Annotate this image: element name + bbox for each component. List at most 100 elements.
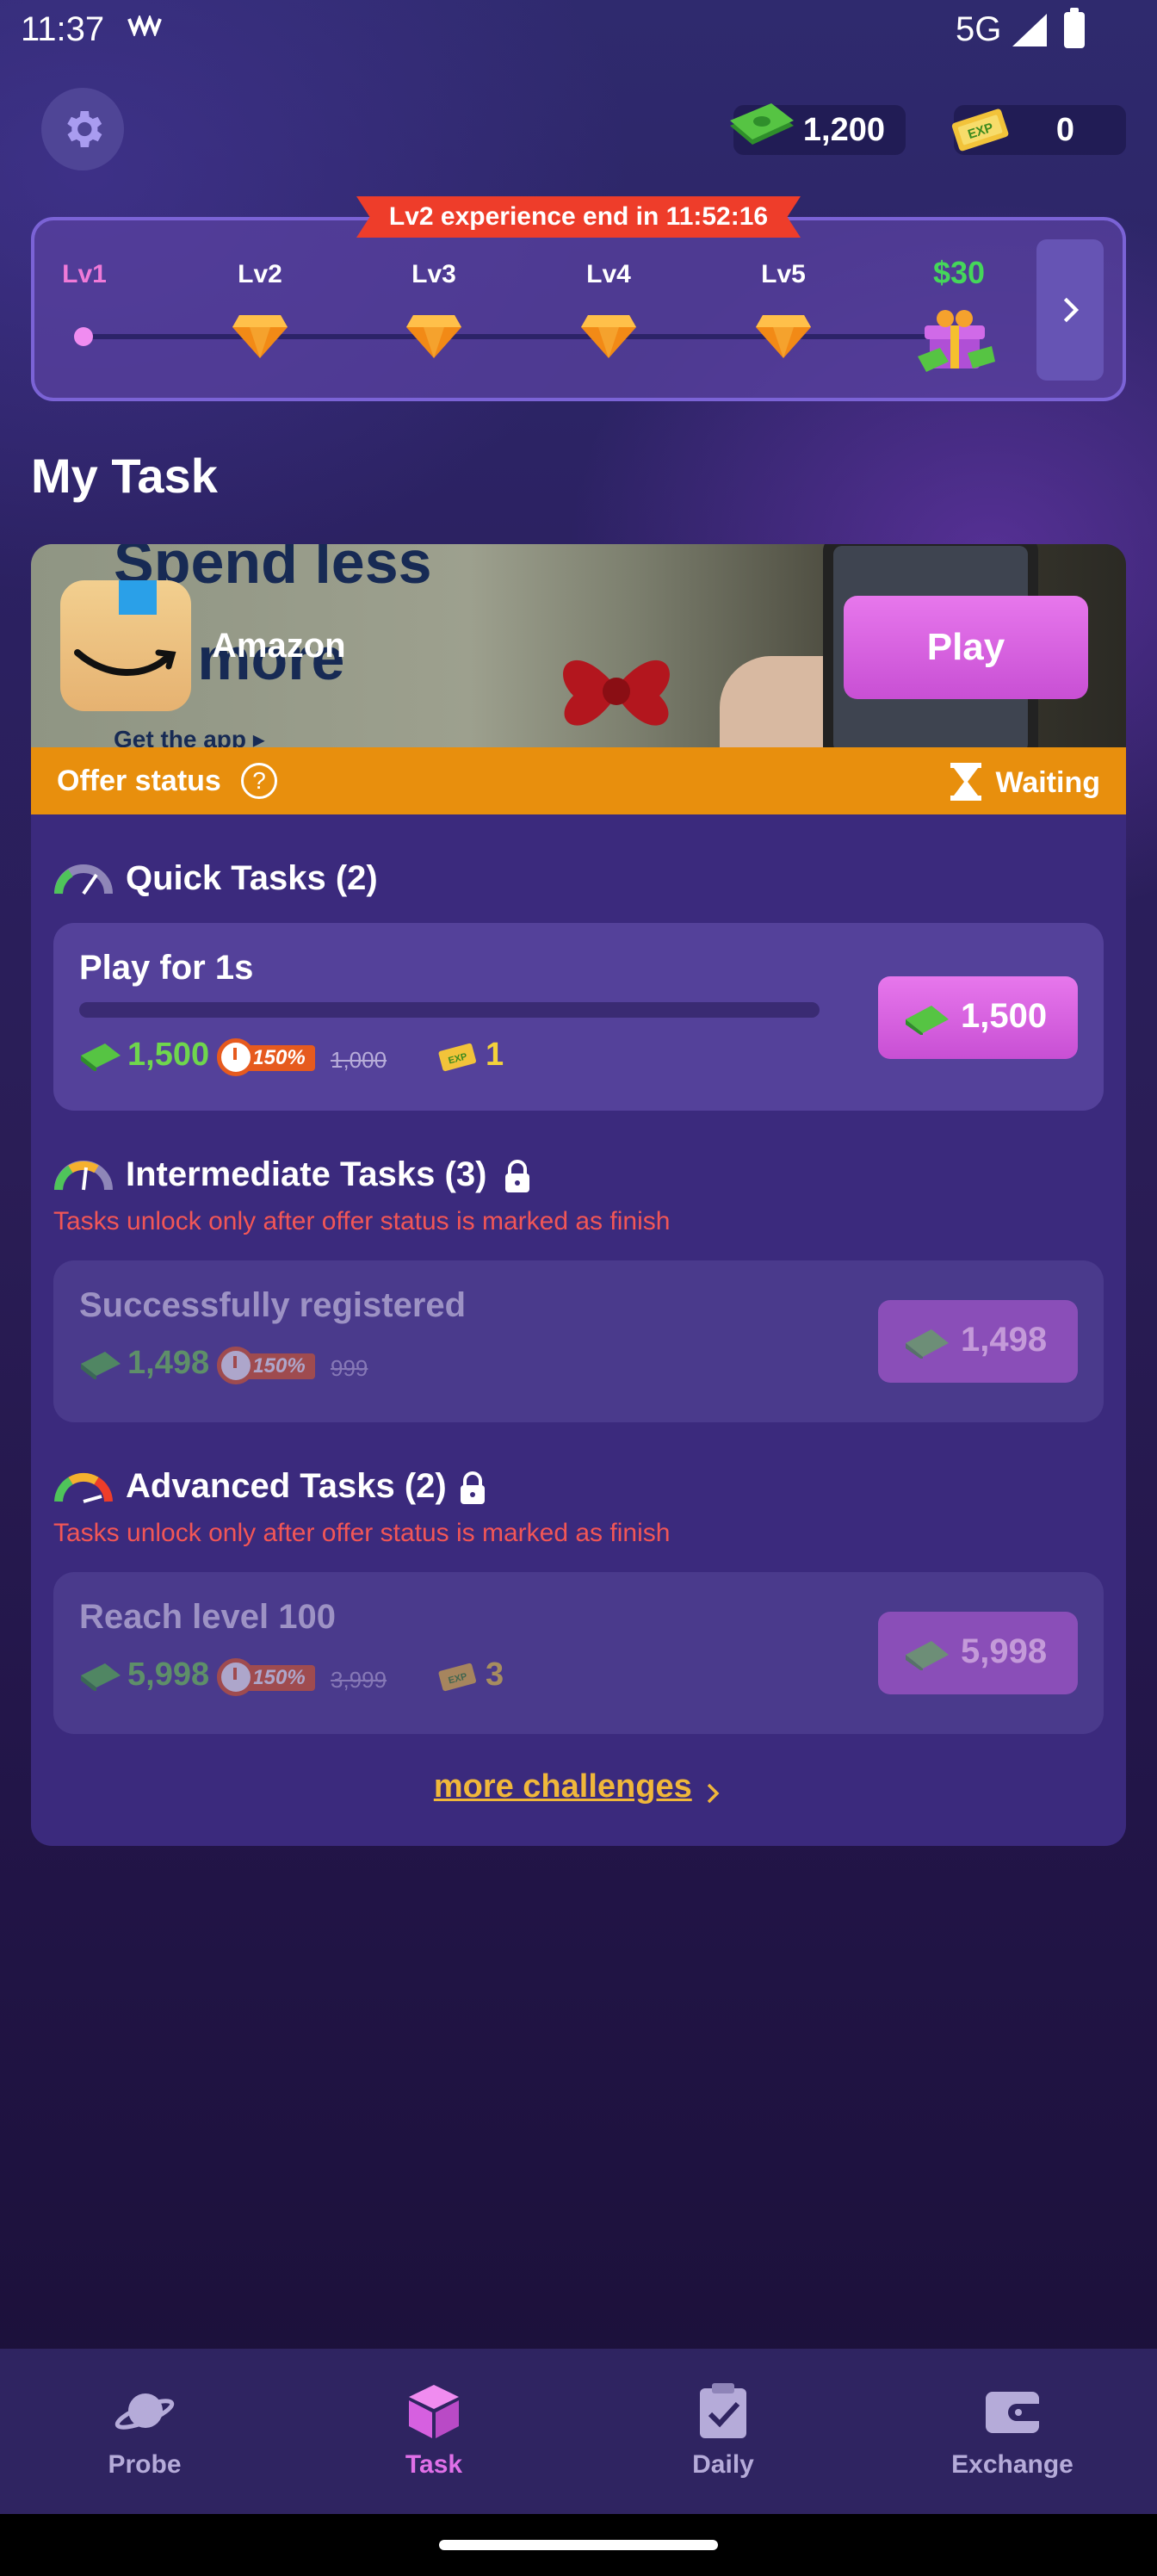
clock-icon xyxy=(217,1038,255,1076)
original-amount: 999 xyxy=(331,1355,368,1381)
claim-button[interactable]: 1,500 xyxy=(878,976,1078,1059)
unlock-warning: Tasks unlock only after offer status is … xyxy=(53,1207,671,1235)
reward-amount: 5,998 xyxy=(127,1656,210,1693)
original-amount: 3,999 xyxy=(331,1667,387,1693)
cash-icon xyxy=(906,1006,949,1035)
gauge-icon xyxy=(54,864,113,895)
offer-banner[interactable]: Spend less d ile more Get the app ▸ Amaz… xyxy=(31,544,1126,747)
carrier-icon xyxy=(127,14,162,42)
chevron-right-icon xyxy=(707,1783,720,1804)
cash-icon xyxy=(906,1641,949,1670)
level-label-3: Lv3 xyxy=(411,260,456,288)
task-row: Reach level 100 5,998 150% 3,999 EXP 3 5… xyxy=(53,1572,1104,1734)
offer-status-label: Offer status xyxy=(57,765,221,797)
claim-button-locked[interactable]: 1,498 xyxy=(878,1300,1078,1383)
diamond-icon xyxy=(581,315,636,358)
task-name: Play for 1s xyxy=(79,949,254,987)
nav-label: Exchange xyxy=(951,2450,1073,2479)
gesture-handle[interactable] xyxy=(439,2540,718,2550)
gift-box-icon xyxy=(918,310,995,372)
diamond-icon xyxy=(232,315,288,358)
boost-badge: 150% xyxy=(217,1038,320,1078)
banner-small-text: Get the app ▸ xyxy=(114,726,265,747)
diamond-icon xyxy=(756,315,811,358)
planet-icon xyxy=(114,2393,175,2430)
level-track xyxy=(83,334,944,339)
claim-amount: 1,500 xyxy=(961,997,1048,1035)
quick-tasks-title: Quick Tasks (2) xyxy=(126,859,378,897)
boost-badge: 150% xyxy=(217,1658,320,1698)
nav-task[interactable]: Task xyxy=(339,2381,529,2480)
cash-icon xyxy=(906,1329,949,1359)
status-time: 11:37 xyxy=(21,10,105,48)
offer-task-card: Spend less d ile more Get the app ▸ Amaz… xyxy=(31,544,1126,1846)
task-name: Successfully registered xyxy=(79,1286,467,1324)
final-reward-label: $30 xyxy=(932,255,986,290)
cash-icon xyxy=(81,1663,121,1691)
exp-ticket-icon: EXP xyxy=(438,1663,477,1692)
level-next-button[interactable] xyxy=(1036,239,1104,381)
cash-balance[interactable]: 1,200 xyxy=(730,103,906,155)
exp-amount: 3 xyxy=(486,1656,504,1693)
clipboard-check-icon xyxy=(700,2383,746,2438)
intermediate-tasks-title: Intermediate Tasks (3) xyxy=(126,1155,487,1193)
network-type: 5G xyxy=(956,10,1002,48)
lock-icon xyxy=(461,1471,485,1504)
task-progress-bar xyxy=(79,1002,820,1018)
reward-amount: 1,500 xyxy=(127,1037,210,1073)
cash-icon xyxy=(81,1043,121,1071)
more-challenges-link[interactable]: more challenges xyxy=(434,1768,692,1805)
claim-amount: 1,498 xyxy=(961,1321,1048,1359)
amazon-app-icon xyxy=(60,580,191,711)
offer-status-value: Waiting xyxy=(995,766,1101,799)
exp-balance-value: 0 xyxy=(1055,112,1074,148)
task-row: Play for 1s 1,500 150% 1,000 EXP 1 1,500 xyxy=(53,923,1104,1111)
gauge-icon xyxy=(54,1472,113,1503)
nav-daily[interactable]: Daily xyxy=(628,2381,818,2480)
level-label-2: Lv2 xyxy=(238,260,282,288)
level-timer-banner: Lv2 experience end in 11:52:16 xyxy=(356,196,801,238)
task-rewards: 5,998 150% 3,999 EXP 3 xyxy=(79,1655,854,1700)
battery-icon xyxy=(1064,8,1085,48)
diamond-icon xyxy=(406,315,461,358)
cash-icon xyxy=(81,1352,121,1379)
claim-button-locked[interactable]: 5,998 xyxy=(878,1612,1078,1694)
chevron-right-icon xyxy=(1063,297,1080,323)
page-title: My Task xyxy=(31,449,218,503)
clock-icon xyxy=(217,1347,255,1384)
lock-icon xyxy=(505,1160,529,1192)
wallet-icon xyxy=(986,2392,1039,2433)
reward-amount: 1,498 xyxy=(127,1345,210,1381)
more-challenges[interactable]: more challenges xyxy=(31,1768,1126,1805)
exp-amount: 1 xyxy=(486,1037,504,1073)
hourglass-icon xyxy=(950,763,981,801)
exp-balance[interactable]: EXP 0 xyxy=(951,105,1126,155)
nav-label: Probe xyxy=(108,2450,182,2479)
task-rewards: 1,500 150% 1,000 EXP 1 xyxy=(79,1035,854,1080)
exp-ticket-icon: EXP xyxy=(951,108,1009,152)
task-rewards: 1,498 150% 999 xyxy=(79,1343,854,1388)
claim-amount: 5,998 xyxy=(961,1632,1048,1670)
original-amount: 1,000 xyxy=(331,1047,387,1073)
level-label-5: Lv5 xyxy=(761,260,806,288)
cash-balance-value: 1,200 xyxy=(802,112,885,148)
offer-status-bar: Offer status ? Waiting xyxy=(31,747,1126,814)
gear-icon xyxy=(67,111,102,147)
bottom-navigation: Probe Task Daily Exchange xyxy=(0,2349,1157,2514)
help-icon[interactable]: ? xyxy=(241,763,277,799)
task-row: Successfully registered 1,498 150% 999 1… xyxy=(53,1260,1104,1422)
exp-ticket-icon: EXP xyxy=(438,1043,477,1072)
settings-button[interactable] xyxy=(41,88,124,170)
play-button[interactable]: Play xyxy=(844,596,1088,699)
level-label-1: Lv1 xyxy=(62,260,107,288)
current-level-marker xyxy=(74,327,93,346)
nav-exchange[interactable]: Exchange xyxy=(918,2381,1107,2480)
ribbon-bow-image xyxy=(563,659,670,726)
nav-probe[interactable]: Probe xyxy=(50,2381,239,2480)
clock-icon xyxy=(217,1658,255,1696)
offer-app-name: Amazon xyxy=(212,627,346,665)
cube-icon xyxy=(409,2385,459,2438)
unlock-warning: Tasks unlock only after offer status is … xyxy=(53,1519,671,1547)
status-bar: 11:37 5G xyxy=(0,0,1157,62)
task-name: Reach level 100 xyxy=(79,1598,336,1636)
